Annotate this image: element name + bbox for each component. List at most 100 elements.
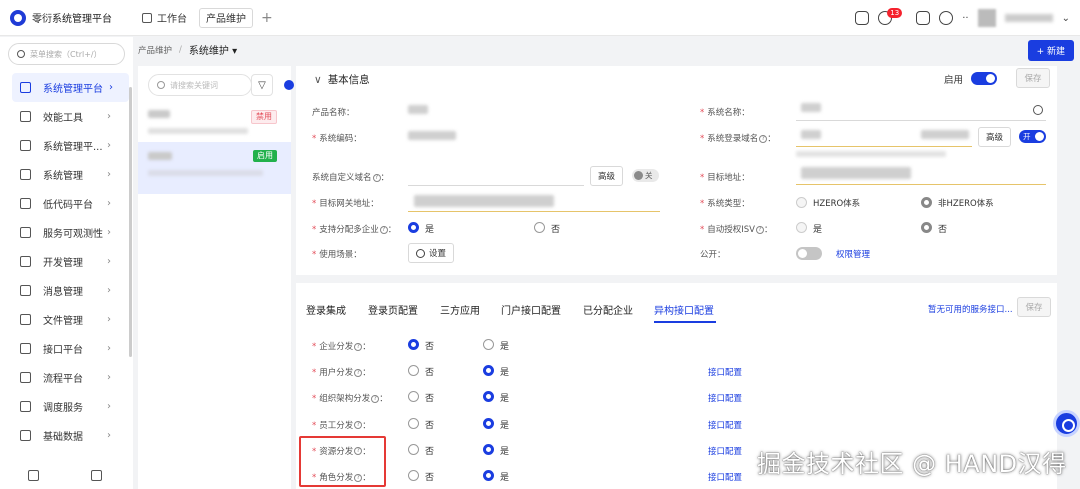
message-icon [20, 285, 31, 296]
help-icon: ? [354, 342, 363, 351]
distribution-label: * 企业分发?： [312, 342, 371, 352]
distribution-yes-radio[interactable] [483, 365, 494, 377]
globe-icon[interactable] [1033, 105, 1043, 115]
tab-workbench[interactable]: 工作台 [136, 8, 193, 28]
distribution-no-radio[interactable] [408, 339, 419, 350]
tab-login-page[interactable]: 登录页配置 [368, 302, 418, 317]
sidebar-item-file[interactable]: 文件管理 › [0, 305, 133, 334]
theme-icon[interactable] [916, 11, 931, 25]
api-config-link[interactable]: 接口配置 [708, 366, 742, 378]
distribution-yes-radio[interactable] [483, 339, 494, 350]
save-basic-button[interactable]: 保存 [1016, 68, 1050, 88]
chevron-right-icon: › [107, 227, 111, 238]
system-type-non-hzero-radio[interactable] [921, 197, 932, 208]
distribution-no-label: 否 [425, 368, 435, 379]
distribution-no-radio[interactable] [408, 470, 419, 481]
sidebar-item-grid[interactable]: 系统管理平台 › [12, 73, 129, 102]
sidebar-item-api[interactable]: 接口平台 › [0, 334, 133, 363]
breadcrumb-parent[interactable]: 产品维护 [138, 44, 172, 56]
tab-assigned-tenants[interactable]: 已分配企业 [583, 302, 633, 317]
distribution-no-radio[interactable] [408, 417, 419, 429]
sidebar-item-code[interactable]: 低代码平台 › [0, 189, 133, 218]
tab-portal-api[interactable]: 门户接口配置 [501, 302, 561, 317]
filter-icon[interactable]: ▽ [251, 74, 273, 96]
sidebar-item-flow[interactable]: 流程平台 › [0, 363, 133, 392]
distribution-yes-radio[interactable] [483, 417, 494, 429]
sidebar-item-tool[interactable]: 效能工具 › [0, 102, 133, 131]
distribution-yes-radio[interactable] [483, 391, 494, 403]
chevron-right-icon: › [107, 285, 111, 296]
tab-heterogeneous-api[interactable]: 异构接口配置 [654, 302, 714, 317]
collapse-panel-icon[interactable] [284, 80, 294, 90]
sidebar-item-data[interactable]: 基础数据 › [0, 421, 133, 450]
system-type-hzero-radio[interactable] [796, 197, 807, 208]
custom-domain-toggle[interactable]: 关 [632, 169, 659, 182]
chevron-down-icon[interactable]: ⌄ [1062, 13, 1070, 24]
sidebar-item-system[interactable]: 系统管理平... › [0, 131, 133, 160]
multi-tenant-yes-radio[interactable] [408, 222, 419, 233]
custom-domain-advanced-button[interactable]: 高级 [590, 166, 624, 186]
sidebar-item-monitor[interactable]: 服务可观测性 › [0, 218, 133, 247]
sidebar-item-cube[interactable]: 系统管理 › [0, 160, 133, 189]
usage-settings-button[interactable]: 设置 [408, 243, 455, 263]
bell-icon[interactable]: 13 [878, 8, 903, 25]
help-icon: ? [354, 368, 363, 377]
tab-product-maintenance[interactable]: 产品维护 [199, 7, 253, 28]
more-icon[interactable]: ·· [962, 13, 968, 24]
gear-icon [416, 248, 425, 258]
distribution-yes-radio[interactable] [483, 470, 494, 481]
username[interactable] [1004, 14, 1053, 22]
api-config-link[interactable]: 接口配置 [708, 419, 742, 431]
unavailable-services-link[interactable]: 暂无可用的服务接口... [928, 303, 1013, 315]
distribution-yes-label: 是 [500, 368, 510, 379]
sidebar-item-schedule[interactable]: 调度服务 › [0, 392, 133, 421]
home-icon[interactable] [855, 11, 870, 25]
sidebar-scrollbar[interactable] [129, 87, 132, 357]
distribution-no-label: 否 [425, 420, 435, 431]
distribution-yes-radio[interactable] [483, 443, 494, 455]
auto-isv-no-radio[interactable] [921, 222, 932, 233]
api-config-link[interactable]: 接口配置 [708, 471, 742, 483]
chevron-right-icon: › [107, 343, 111, 354]
help-float-icon[interactable] [1053, 410, 1080, 437]
auto-isv-yes-radio[interactable] [796, 222, 807, 233]
add-tab-icon[interactable]: + [261, 10, 273, 26]
api-config-link[interactable]: 接口配置 [708, 392, 742, 404]
basic-info-label: 基本信息 [327, 74, 370, 86]
sidebar-item-dev[interactable]: 开发管理 › [0, 247, 133, 276]
sidebar-item-message[interactable]: 消息管理 › [0, 276, 133, 305]
basic-info-title[interactable]: ∨ 基本信息 [314, 72, 370, 87]
multi-tenant-no-radio[interactable] [534, 222, 545, 233]
api-config-link[interactable]: 接口配置 [708, 445, 742, 457]
menu-search-input[interactable]: 菜单搜索（Ctrl+/） [8, 43, 125, 65]
public-switch[interactable] [796, 247, 822, 260]
distribution-no-radio[interactable] [408, 391, 419, 403]
breadcrumb-current[interactable]: 系统维护 ▾ [189, 42, 237, 57]
save-config-button[interactable]: 保存 [1017, 297, 1051, 317]
tab-login-integration[interactable]: 登录集成 [306, 302, 346, 317]
permission-link[interactable]: 权限管理 [836, 248, 870, 260]
login-domain-toggle[interactable]: 开 [1019, 130, 1046, 143]
distribution-no-radio[interactable] [408, 443, 419, 455]
shirt-icon[interactable] [939, 11, 954, 25]
top-bar: 零衍系统管理平台 工作台 产品维护 + 13 ·· ⌄ [0, 0, 1080, 36]
distribution-label: * 员工分发?： [312, 420, 371, 431]
new-button[interactable]: + 新建 [1027, 40, 1074, 61]
login-domain-advanced-button[interactable]: 高级 [978, 127, 1012, 147]
enable-switch[interactable] [971, 72, 997, 85]
enable-label: 启用 [944, 75, 964, 86]
avatar[interactable] [977, 9, 996, 27]
multi-tenant-yes-label: 是 [425, 225, 435, 235]
app-logo[interactable]: 零衍系统管理平台 [0, 9, 130, 26]
list-item-selected[interactable]: 启用 [138, 142, 291, 194]
tab-third-party[interactable]: 三方应用 [440, 302, 480, 317]
list-search-input[interactable]: 请搜索关键词 [148, 74, 252, 96]
code-icon [20, 198, 31, 209]
collapse-menu-icon[interactable] [28, 470, 39, 481]
system-name-label: * 系统名称： [700, 108, 750, 118]
document-icon[interactable] [91, 470, 102, 481]
distribution-yes-label: 是 [500, 446, 510, 457]
sidebar-item-label: 服务可观测性 [43, 229, 103, 240]
usage-label: * 使用场景： [312, 250, 362, 260]
distribution-no-radio[interactable] [408, 365, 419, 377]
